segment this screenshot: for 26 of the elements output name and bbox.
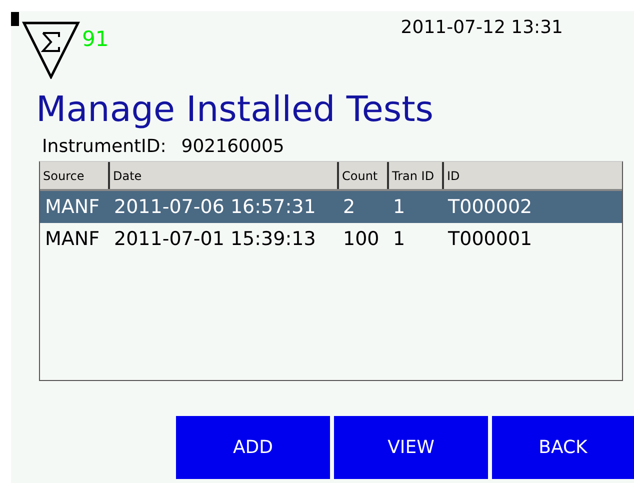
table-row[interactable]: MANF 2011-07-01 15:39:13 100 1 T000001	[40, 223, 622, 255]
action-button[interactable]: VIEW	[334, 416, 488, 479]
cursor-mark	[11, 12, 19, 26]
action-button[interactable]: ADD	[176, 416, 330, 479]
table-cell: 2011-07-01 15:39:13	[109, 223, 338, 255]
column-header[interactable]: ID	[443, 162, 622, 190]
table-cell: 100	[338, 223, 388, 255]
counter-label: 91	[82, 27, 109, 51]
table-cell: MANF	[40, 190, 109, 223]
column-header[interactable]: Source	[40, 162, 109, 190]
column-header[interactable]: Tran ID	[388, 162, 443, 190]
table-cell: T000002	[443, 190, 622, 223]
table-cell: 2	[338, 190, 388, 223]
instrument-label: InstrumentID:	[42, 136, 166, 157]
table-cell: 2011-07-06 16:57:31	[109, 190, 338, 223]
datetime-label: 2011-07-12 13:31	[400, 17, 563, 38]
page-title: Manage Installed Tests	[36, 89, 435, 132]
column-header[interactable]: Date	[109, 162, 338, 190]
table-cell: T000001	[443, 223, 622, 255]
table-cell: 1	[388, 223, 443, 255]
column-header[interactable]: Count	[338, 162, 388, 190]
table-cell: MANF	[40, 223, 109, 255]
action-button[interactable]: BACK	[492, 416, 634, 479]
instrument-value: 902160005	[181, 136, 284, 157]
table-cell: 1	[388, 190, 443, 223]
sigma-triangle-icon	[22, 21, 80, 79]
